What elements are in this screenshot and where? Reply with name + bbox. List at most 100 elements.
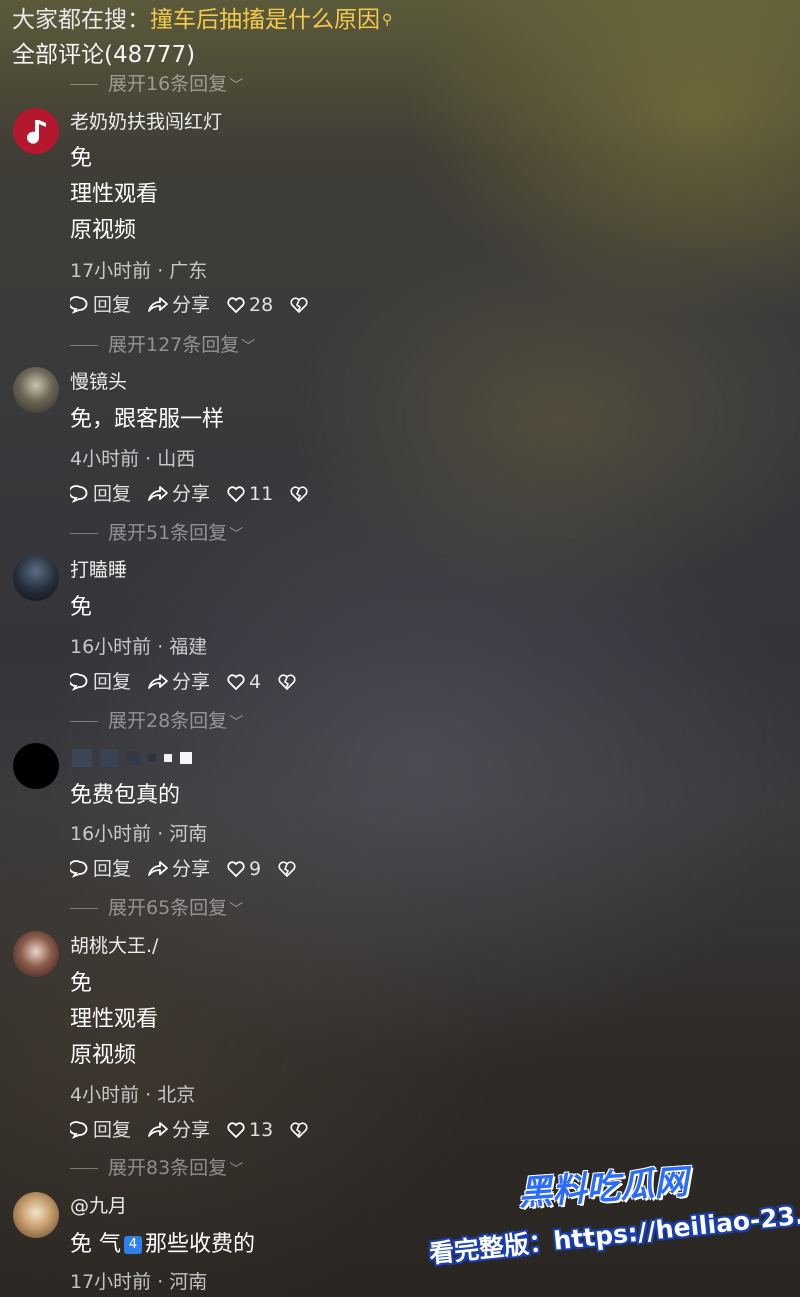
avatar[interactable]	[13, 108, 59, 154]
dislike-button[interactable]	[277, 859, 300, 879]
like-button[interactable]: 9	[226, 857, 261, 881]
dislike-button[interactable]	[277, 672, 300, 692]
comment-username[interactable]: 打瞌睡	[70, 558, 127, 582]
expand-replies-link[interactable]: 展开28条回复 ﹀	[70, 709, 243, 735]
comment-text-line: 免	[70, 971, 93, 996]
heart-icon	[227, 486, 245, 503]
like-button[interactable]: 28	[226, 293, 273, 317]
avatar[interactable]	[13, 367, 59, 413]
like-count: 13	[249, 1119, 274, 1141]
chevron-down-icon: ﹀	[241, 339, 256, 355]
expand-replies-link[interactable]: 展开16条回复 ﹀	[70, 72, 243, 98]
comment-text-part: 那些收费的	[145, 1232, 256, 1257]
comment-meta: 4小时前 · 北京	[70, 1084, 196, 1106]
comment-text-line: 原视频	[70, 218, 137, 243]
comment-actions: 回复 分享 9	[70, 857, 316, 881]
comment-meta: 16小时前 · 河南	[70, 823, 208, 845]
comment-text-line: 免	[70, 146, 93, 171]
reply-button[interactable]: 回复	[70, 482, 131, 506]
broken-heart-icon	[278, 861, 296, 878]
expand-replies-link[interactable]: 展开127条回复 ﹀	[70, 333, 255, 359]
comment-text-line: 免 气 4 那些收费的	[70, 1227, 255, 1263]
reply-button[interactable]: 回复	[70, 293, 131, 317]
reply-label: 回复	[93, 294, 132, 316]
reply-bubble-icon	[70, 296, 88, 314]
avatar[interactable]	[13, 1192, 59, 1238]
comment-meta: 17小时前 · 广东	[70, 260, 208, 282]
comment-username-pixelated[interactable]	[72, 749, 192, 767]
search-suggestion-keyword[interactable]: 撞车后抽搐是什么原因	[150, 7, 380, 33]
share-arrow-icon	[148, 1122, 168, 1137]
reply-bubble-icon	[70, 1121, 88, 1139]
share-button[interactable]: 分享	[147, 670, 210, 694]
reply-button[interactable]: 回复	[70, 857, 131, 881]
reply-button[interactable]: 回复	[70, 670, 131, 694]
avatar[interactable]	[13, 743, 59, 789]
like-button[interactable]: 11	[226, 482, 273, 506]
reply-bubble-icon	[70, 485, 88, 503]
comment-username[interactable]: @九月	[70, 1194, 127, 1218]
expand-replies-label: 展开51条回复	[108, 522, 228, 544]
comment-text-line: 理性观看	[70, 1007, 159, 1032]
like-count: 28	[249, 294, 274, 316]
like-button[interactable]: 13	[226, 1118, 273, 1142]
comment-actions: 回复 分享 13	[70, 1118, 328, 1142]
reply-bubble-icon	[70, 673, 88, 691]
reply-button[interactable]: 回复	[70, 1118, 131, 1142]
comment-text-part: 免 气	[70, 1232, 121, 1257]
expand-replies-label: 展开83条回复	[108, 1157, 228, 1179]
reply-label: 回复	[93, 671, 132, 693]
share-button[interactable]: 分享	[147, 857, 210, 881]
search-suggestion-prefix: 大家都在搜：	[12, 7, 150, 33]
comment-username[interactable]: 胡桃大王./	[70, 934, 158, 958]
heart-icon	[227, 297, 245, 314]
search-suggestion[interactable]: 大家都在搜：撞车后抽搐是什么原因 ⚲	[12, 4, 392, 36]
expand-replies-link[interactable]: 展开65条回复 ﹀	[70, 896, 243, 922]
watermark-logo: 黑料吃瓜网	[517, 1162, 690, 1214]
comment-actions: 回复 分享 11	[70, 482, 328, 506]
share-arrow-icon	[148, 861, 168, 876]
reply-label: 回复	[93, 483, 132, 505]
share-button[interactable]: 分享	[147, 293, 210, 317]
comment-username[interactable]: 慢镜头	[70, 370, 127, 394]
share-label: 分享	[172, 858, 211, 880]
comment-username[interactable]: 老奶奶扶我闯红灯	[70, 110, 222, 134]
comment-meta: 4小时前 · 山西	[70, 448, 196, 470]
avatar[interactable]	[13, 931, 59, 977]
share-label: 分享	[172, 483, 211, 505]
expand-replies-link[interactable]: 展开51条回复 ﹀	[70, 521, 243, 547]
chevron-down-icon: ﹀	[229, 78, 244, 94]
share-button[interactable]: 分享	[147, 1118, 210, 1142]
comment-meta: 17小时前 · 河南	[70, 1271, 208, 1293]
expand-replies-label: 展开127条回复	[108, 334, 240, 356]
share-arrow-icon	[148, 674, 168, 689]
heart-icon	[227, 1122, 245, 1139]
share-button[interactable]: 分享	[147, 482, 210, 506]
comment-text-line: 原视频	[70, 1043, 137, 1068]
avatar[interactable]	[13, 555, 59, 601]
comment-actions: 回复 分享 28	[70, 293, 328, 317]
comment-text-line: 理性观看	[70, 182, 159, 207]
search-icon: ⚲	[382, 12, 393, 28]
chevron-down-icon: ﹀	[229, 527, 244, 543]
expand-replies-link[interactable]: 展开83条回复 ﹀	[70, 1156, 243, 1182]
comments-count-header: 全部评论(48777)	[12, 42, 196, 68]
expand-replies-label: 展开28条回复	[108, 710, 228, 732]
chevron-down-icon: ﹀	[229, 902, 244, 918]
dislike-button[interactable]	[289, 295, 312, 315]
comment-text-line: 免费包真的	[70, 783, 181, 808]
share-label: 分享	[172, 671, 211, 693]
share-arrow-icon	[148, 486, 168, 501]
share-label: 分享	[172, 294, 211, 316]
dislike-button[interactable]	[289, 1120, 312, 1140]
dislike-button[interactable]	[289, 484, 312, 504]
share-arrow-icon	[148, 297, 168, 312]
comment-text-line: 免	[70, 595, 93, 620]
music-note-icon	[27, 120, 46, 144]
like-count: 4	[249, 671, 262, 693]
chevron-down-icon: ﹀	[229, 1162, 244, 1178]
like-button[interactable]: 4	[226, 670, 261, 694]
comment-actions: 回复 分享 4	[70, 670, 316, 694]
heart-icon	[227, 861, 245, 878]
broken-heart-icon	[290, 1122, 308, 1139]
